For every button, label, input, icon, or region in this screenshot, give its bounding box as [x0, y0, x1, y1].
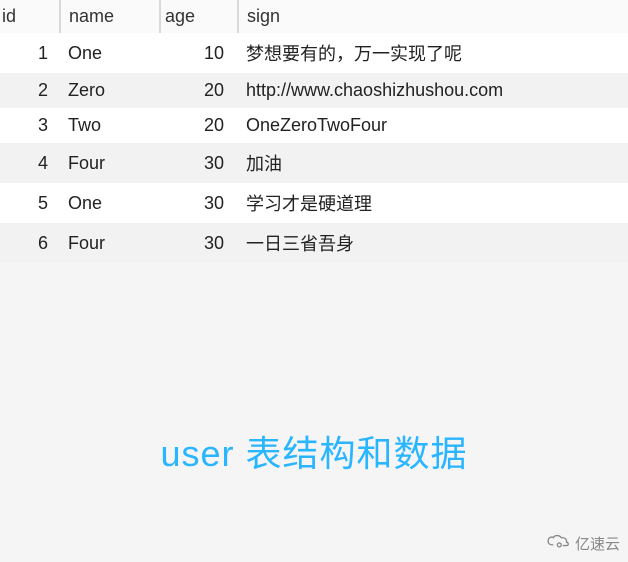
- cell-id: 1: [0, 33, 60, 73]
- cell-id: 6: [0, 223, 60, 263]
- cell-name: One: [60, 183, 160, 223]
- watermark: 亿速云: [545, 532, 620, 554]
- table-row: 6Four30一日三省吾身: [0, 223, 628, 263]
- table-row: 3Two20OneZeroTwoFour: [0, 108, 628, 143]
- cell-age: 20: [160, 73, 238, 108]
- watermark-text: 亿速云: [575, 533, 620, 554]
- table-row: 5One30学习才是硬道理: [0, 183, 628, 223]
- data-table-container: id name age sign 1One10梦想要有的，万一实现了呢2Zero…: [0, 0, 628, 263]
- cell-age: 10: [160, 33, 238, 73]
- cell-id: 3: [0, 108, 60, 143]
- cell-age: 30: [160, 223, 238, 263]
- user-table: id name age sign 1One10梦想要有的，万一实现了呢2Zero…: [0, 0, 628, 263]
- table-header-row: id name age sign: [0, 0, 628, 33]
- table-row: 1One10梦想要有的，万一实现了呢: [0, 33, 628, 73]
- cell-name: Four: [60, 143, 160, 183]
- cell-age: 20: [160, 108, 238, 143]
- cell-id: 4: [0, 143, 60, 183]
- cell-name: Zero: [60, 73, 160, 108]
- cell-id: 2: [0, 73, 60, 108]
- cell-sign: 一日三省吾身: [238, 223, 628, 263]
- cell-sign: 加油: [238, 143, 628, 183]
- header-id: id: [0, 0, 60, 33]
- header-age: age: [160, 0, 238, 33]
- cell-name: Four: [60, 223, 160, 263]
- cell-sign: OneZeroTwoFour: [238, 108, 628, 143]
- header-name: name: [60, 0, 160, 33]
- table-row: 4Four30加油: [0, 143, 628, 183]
- cell-age: 30: [160, 183, 238, 223]
- cell-age: 30: [160, 143, 238, 183]
- header-sign: sign: [238, 0, 628, 33]
- cell-sign: 梦想要有的，万一实现了呢: [238, 33, 628, 73]
- cell-sign: 学习才是硬道理: [238, 183, 628, 223]
- caption-text: user 表结构和数据: [0, 425, 628, 477]
- table-row: 2Zero20http://www.chaoshizhushou.com: [0, 73, 628, 108]
- cloud-icon: [545, 532, 571, 554]
- cell-id: 5: [0, 183, 60, 223]
- cell-sign: http://www.chaoshizhushou.com: [238, 73, 628, 108]
- cell-name: Two: [60, 108, 160, 143]
- cell-name: One: [60, 33, 160, 73]
